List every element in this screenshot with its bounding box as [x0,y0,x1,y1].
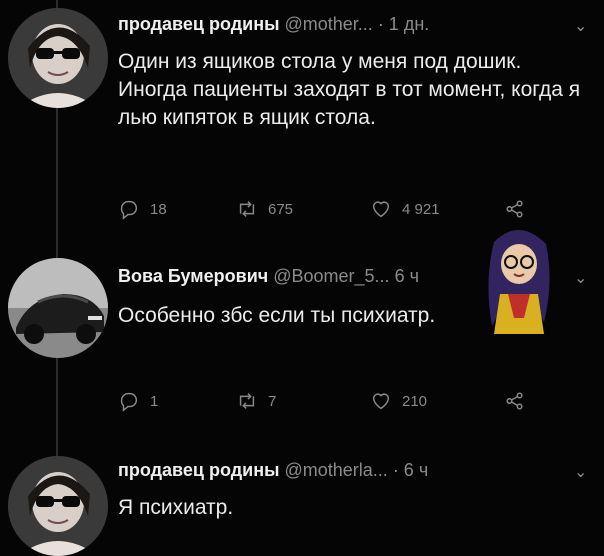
chevron-down-icon[interactable]: ⌄ [574,462,587,482]
reply-button[interactable]: 1 [118,390,158,412]
author-name[interactable]: продавец родины [118,460,279,480]
author-handle[interactable]: @mother... [284,14,372,34]
heart-icon [372,393,390,410]
like-count: 4 921 [402,200,440,218]
chevron-down-icon[interactable]: ⌄ [574,268,587,288]
reply-count: 18 [150,200,167,218]
retweet-icon [239,201,255,217]
girl-sticker-watermark [488,229,550,334]
tweet-time[interactable]: 6 ч [395,266,419,286]
avatar[interactable] [8,258,108,358]
avatar[interactable] [8,456,108,556]
retweet-button[interactable]: 7 [236,390,276,412]
tweet-text: Один из ящиков стола у меня под дошик. И… [118,50,581,129]
like-count: 210 [402,392,428,410]
author-handle[interactable]: @motherla... [284,460,387,480]
reply-icon [120,200,138,220]
like-button[interactable]: 210 [370,390,427,412]
author-handle[interactable]: @Boomer_5... [273,266,389,286]
chevron-down-icon[interactable]: ⌄ [574,16,587,36]
retweet-count: 675 [268,200,294,218]
share-button[interactable] [504,390,526,412]
tweet-actions: 1 7 210 [118,390,548,414]
reply-count: 1 [150,392,159,410]
avatar[interactable] [8,8,108,108]
tweet-text: Я психиатр. [118,496,234,519]
heart-icon [372,201,390,218]
author-name[interactable]: Вова Бумерович [118,266,268,286]
tweet-time[interactable]: · 6 ч [393,460,428,480]
tweet-actions: 18 675 4 921 [118,198,548,222]
tweet-3[interactable]: продавец родины @motherla... · 6 ч ⌄ Я п… [0,440,604,556]
tweet-header: Вова Бумерович @Boomer_5... 6 ч [118,266,419,287]
tweet-time[interactable]: · 1 дн. [378,14,429,34]
tweet-header: продавец родины @motherla... · 6 ч [118,460,428,481]
share-icon [506,392,523,410]
retweet-icon [239,393,255,409]
reply-icon [120,392,138,412]
reply-button[interactable]: 18 [118,198,167,220]
share-icon [506,200,523,218]
tweet-1[interactable]: продавец родины @mother... · 1 дн. ⌄ Оди… [0,0,604,240]
tweet-header: продавец родины @mother... · 1 дн. [118,14,429,35]
share-button[interactable] [504,198,526,220]
retweet-button[interactable]: 675 [236,198,293,220]
author-name[interactable]: продавец родины [118,14,279,34]
like-button[interactable]: 4 921 [370,198,440,220]
retweet-count: 7 [268,392,277,410]
